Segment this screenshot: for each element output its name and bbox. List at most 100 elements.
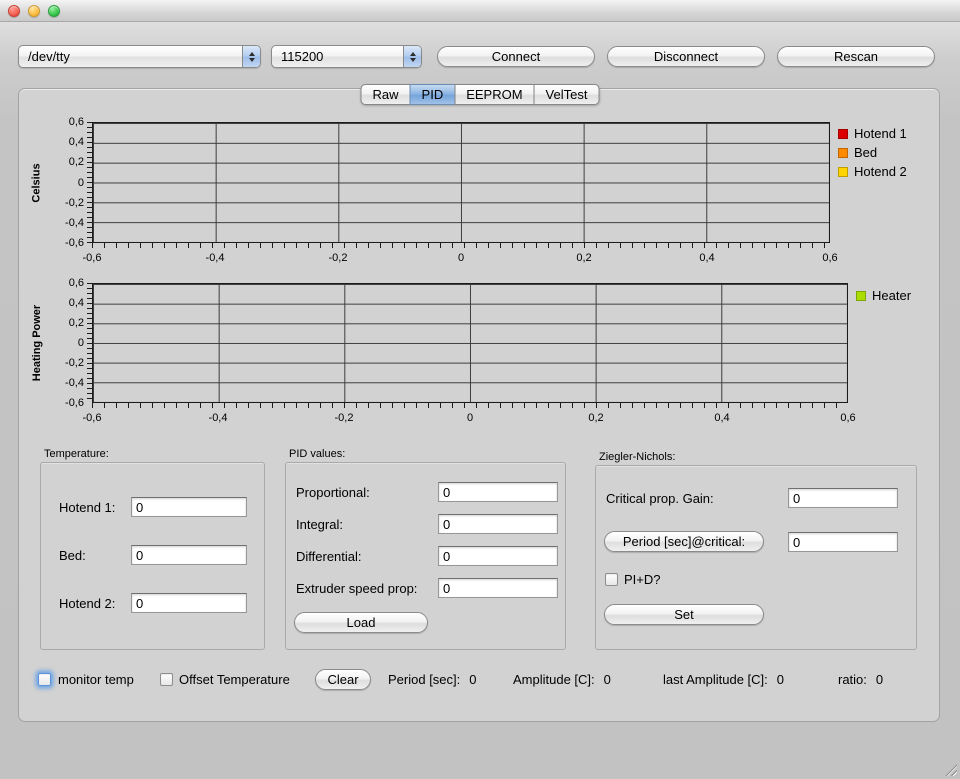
tab-veltest[interactable]: VelTest bbox=[534, 84, 600, 105]
ratio-status-label: ratio: bbox=[838, 672, 867, 687]
period-at-critical-input[interactable] bbox=[788, 532, 898, 552]
chart1-y-axis-title: Celsius bbox=[28, 122, 46, 243]
x-tick-label: -0,2 bbox=[334, 412, 353, 424]
monitor-temp-label: monitor temp bbox=[58, 672, 134, 687]
connect-button[interactable]: Connect bbox=[437, 46, 595, 67]
legend-label: Heater bbox=[872, 288, 911, 303]
legend-label: Bed bbox=[854, 145, 877, 160]
pi-d-checkbox[interactable] bbox=[605, 573, 618, 586]
x-tick-label: 0 bbox=[467, 412, 473, 424]
ziegler-nichols-group-title: Ziegler-Nichols: bbox=[599, 451, 675, 463]
chart1-plot-area bbox=[92, 122, 830, 243]
x-tick-label: 0,6 bbox=[840, 412, 855, 424]
legend-item: Hotend 1 bbox=[838, 124, 907, 143]
x-tick-label: -0,4 bbox=[206, 252, 225, 264]
y-tick-label: 0 bbox=[78, 337, 84, 349]
legend-item: Heater bbox=[856, 286, 911, 305]
x-tick-label: 0,4 bbox=[699, 252, 714, 264]
amplitude-status-value: 0 bbox=[604, 672, 611, 687]
critical-gain-label: Critical prop. Gain: bbox=[606, 491, 714, 506]
tab-bar: Raw PID EEPROM VelTest bbox=[361, 84, 600, 105]
legend-label: Hotend 1 bbox=[854, 126, 907, 141]
period-status-value: 0 bbox=[469, 672, 476, 687]
pid-values-group-title: PID values: bbox=[289, 448, 345, 460]
app-window: /dev/tty 115200 Connect Disconnect Resca… bbox=[0, 0, 960, 779]
period-at-critical-button[interactable]: Period [sec]@critical: bbox=[604, 531, 764, 552]
y-tick-label: 0,2 bbox=[69, 156, 84, 168]
legend-label: Hotend 2 bbox=[854, 164, 907, 179]
tab-raw[interactable]: Raw bbox=[361, 84, 411, 105]
chart1-x-minor-ticks bbox=[92, 243, 830, 248]
amplitude-status-label: Amplitude [C]: bbox=[513, 672, 595, 687]
chart1-x-ticks: -0,6 -0,4 -0,2 0 0,2 0,4 0,6 bbox=[92, 252, 830, 266]
x-tick-label: -0,6 bbox=[83, 252, 102, 264]
x-tick-label: 0,2 bbox=[576, 252, 591, 264]
pid-values-group: PID values: Proportional: Integral: Diff… bbox=[285, 462, 566, 650]
ziegler-nichols-group: Ziegler-Nichols: Critical prop. Gain: Pe… bbox=[595, 465, 917, 650]
zoom-button[interactable] bbox=[48, 5, 60, 17]
temperature-group: Temperature: Hotend 1: Bed: Hotend 2: bbox=[40, 462, 265, 650]
offset-temperature-checkbox[interactable] bbox=[160, 673, 173, 686]
baud-rate-select[interactable]: 115200 bbox=[271, 45, 422, 68]
y-tick-label: -0,4 bbox=[65, 377, 84, 389]
titlebar[interactable] bbox=[0, 0, 960, 22]
legend-item: Hotend 2 bbox=[838, 162, 907, 181]
y-tick-label: -0,4 bbox=[65, 217, 84, 229]
disconnect-button[interactable]: Disconnect bbox=[607, 46, 765, 67]
integral-input[interactable] bbox=[438, 514, 558, 534]
proportional-input[interactable] bbox=[438, 482, 558, 502]
bed-label: Bed: bbox=[59, 548, 86, 563]
legend-swatch-hotend2 bbox=[838, 167, 848, 177]
period-status: Period [sec]:0 bbox=[388, 672, 477, 687]
set-button[interactable]: Set bbox=[604, 604, 764, 625]
x-tick-label: -0,6 bbox=[83, 412, 102, 424]
chart1-y-minor-ticks bbox=[87, 122, 92, 243]
x-tick-label: -0,4 bbox=[209, 412, 228, 424]
pi-d-label: PI+D? bbox=[624, 572, 661, 587]
hotend2-input[interactable] bbox=[131, 593, 247, 613]
monitor-temp-checkbox[interactable] bbox=[38, 673, 51, 686]
last-amplitude-status-label: last Amplitude [C]: bbox=[663, 672, 768, 687]
chart1-y-ticks: 0,6 0,4 0,2 0 -0,2 -0,4 -0,6 bbox=[46, 122, 86, 243]
last-amplitude-status: last Amplitude [C]: 0 bbox=[663, 672, 784, 687]
rescan-button[interactable]: Rescan bbox=[777, 46, 935, 67]
x-tick-label: 0,4 bbox=[714, 412, 729, 424]
serial-port-value: /dev/tty bbox=[28, 49, 70, 64]
hotend1-input[interactable] bbox=[131, 497, 247, 517]
y-tick-label: 0,6 bbox=[69, 116, 84, 128]
extruder-speed-prop-label: Extruder speed prop: bbox=[296, 581, 417, 596]
serial-port-select[interactable]: /dev/tty bbox=[18, 45, 261, 68]
x-tick-label: 0,6 bbox=[822, 252, 837, 264]
ratio-status-value: 0 bbox=[876, 672, 883, 687]
x-tick-label: 0,2 bbox=[588, 412, 603, 424]
chart2-legend: Heater bbox=[856, 286, 911, 305]
legend-swatch-heater bbox=[856, 291, 866, 301]
chart1-legend: Hotend 1 Bed Hotend 2 bbox=[838, 124, 907, 181]
y-tick-label: -0,6 bbox=[65, 397, 84, 409]
differential-input[interactable] bbox=[438, 546, 558, 566]
x-tick-label: -0,2 bbox=[328, 252, 347, 264]
y-tick-label: 0 bbox=[78, 177, 84, 189]
offset-temperature-label: Offset Temperature bbox=[179, 672, 290, 687]
chart2-plot-area bbox=[92, 283, 848, 403]
last-amplitude-status-value: 0 bbox=[777, 672, 784, 687]
chart2-x-ticks: -0,6 -0,4 -0,2 0 0,2 0,4 0,6 bbox=[92, 412, 848, 426]
chart2-y-minor-ticks bbox=[87, 283, 92, 403]
clear-button[interactable]: Clear bbox=[315, 669, 371, 690]
temperature-group-title: Temperature: bbox=[44, 448, 109, 460]
popup-stepper-icon bbox=[403, 46, 421, 67]
chart2-y-axis-title: Heating Power bbox=[28, 283, 46, 403]
critical-gain-input[interactable] bbox=[788, 488, 898, 508]
bed-input[interactable] bbox=[131, 545, 247, 565]
resize-grip[interactable] bbox=[944, 763, 957, 776]
tab-eeprom[interactable]: EEPROM bbox=[454, 84, 534, 105]
integral-label: Integral: bbox=[296, 517, 343, 532]
extruder-speed-prop-input[interactable] bbox=[438, 578, 558, 598]
tab-pid[interactable]: PID bbox=[410, 84, 456, 105]
differential-label: Differential: bbox=[296, 549, 362, 564]
close-button[interactable] bbox=[8, 5, 20, 17]
proportional-label: Proportional: bbox=[296, 485, 370, 500]
minimize-button[interactable] bbox=[28, 5, 40, 17]
y-tick-label: -0,2 bbox=[65, 357, 84, 369]
load-button[interactable]: Load bbox=[294, 612, 428, 633]
